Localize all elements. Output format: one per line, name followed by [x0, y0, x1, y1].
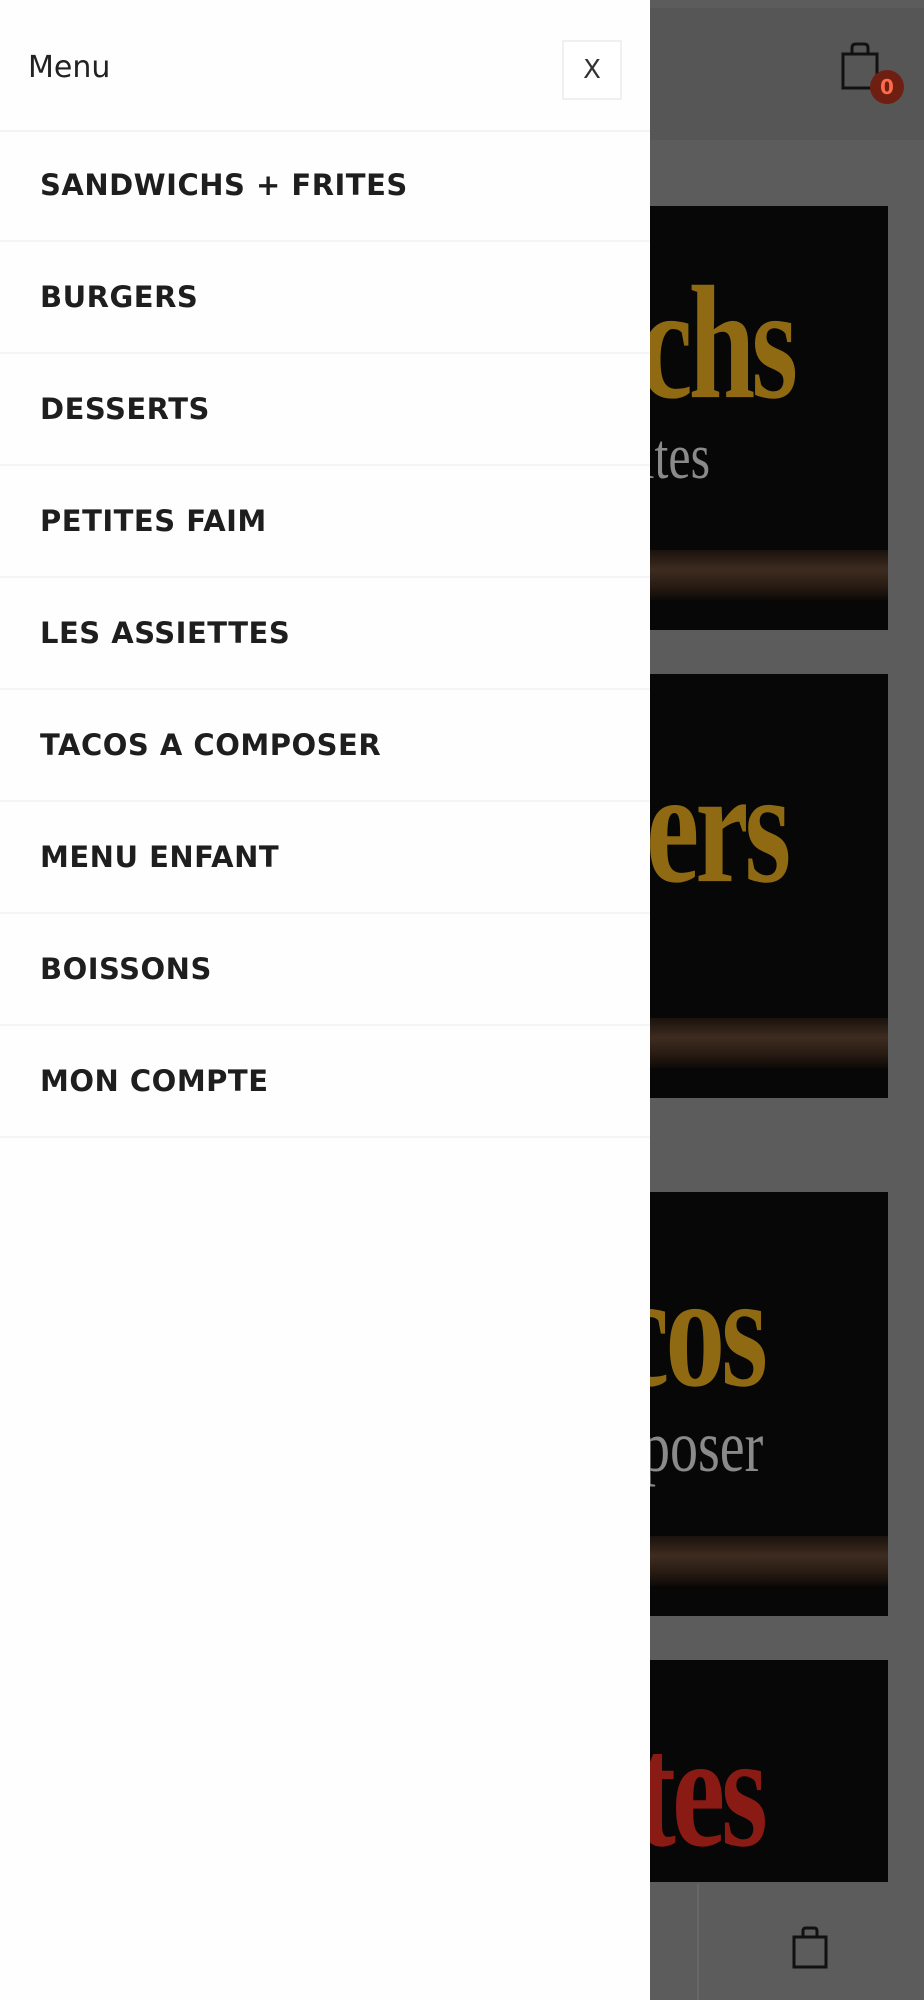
bottom-bar-divider: [697, 1884, 699, 2000]
category-tile-assiettes[interactable]: ttes: [620, 1660, 888, 1882]
page: 0 ichs rites gers cos nposer ttes Menu X…: [0, 0, 924, 2000]
menu-item-burgers[interactable]: BURGERS: [0, 242, 650, 354]
menu-list: SANDWICHS + FRITES BURGERS DESSERTS PETI…: [0, 130, 650, 1138]
category-tile-tacos[interactable]: cos nposer: [620, 1192, 888, 1616]
shopping-bag-icon[interactable]: [790, 1926, 830, 1970]
navigation-drawer: Menu X SANDWICHS + FRITES BURGERS DESSER…: [0, 0, 650, 2000]
tile-wood-decoration: [620, 550, 888, 600]
menu-item-sandwichs-frites[interactable]: SANDWICHS + FRITES: [0, 130, 650, 242]
drawer-header: Menu X: [0, 0, 650, 132]
tile-wood-decoration: [620, 1018, 888, 1068]
menu-item-mon-compte[interactable]: MON COMPTE: [0, 1026, 650, 1138]
category-tile-sandwichs[interactable]: ichs rites: [620, 206, 888, 630]
menu-item-menu-enfant[interactable]: MENU ENFANT: [0, 802, 650, 914]
category-tile-burgers[interactable]: gers: [620, 674, 888, 1098]
menu-item-les-assiettes[interactable]: LES ASSIETTES: [0, 578, 650, 690]
bottom-bar: [620, 1884, 924, 2000]
tile-wood-decoration: [620, 1536, 888, 1586]
menu-item-petites-faim[interactable]: PETITES FAIM: [0, 466, 650, 578]
menu-item-tacos-a-composer[interactable]: TACOS A COMPOSER: [0, 690, 650, 802]
cart-count-badge: 0: [870, 70, 904, 104]
close-button[interactable]: X: [562, 40, 622, 100]
drawer-title: Menu: [28, 50, 111, 85]
menu-item-desserts[interactable]: DESSERTS: [0, 354, 650, 466]
menu-item-boissons[interactable]: BOISSONS: [0, 914, 650, 1026]
